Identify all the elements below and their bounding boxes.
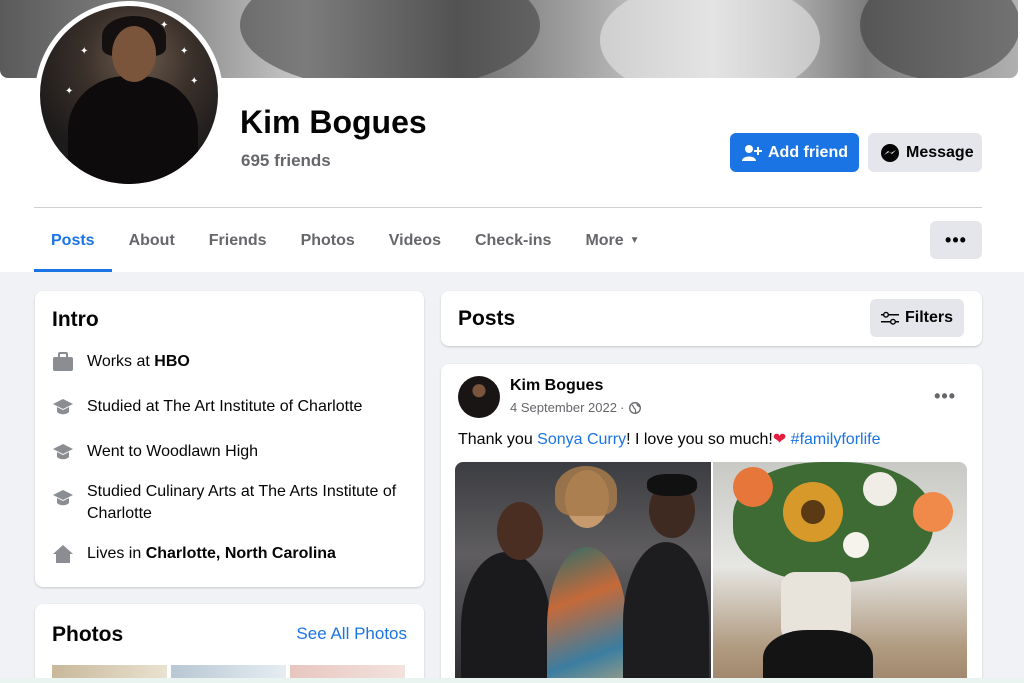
tab-photos[interactable]: Photos bbox=[284, 209, 372, 272]
see-all-photos-link[interactable]: See All Photos bbox=[296, 624, 407, 644]
post-author-name[interactable]: Kim Bogues bbox=[510, 377, 603, 395]
profile-tabs: Posts About Friends Photos Videos Check-… bbox=[34, 209, 657, 272]
sliders-icon bbox=[880, 311, 899, 325]
intro-item-location: Lives in Charlotte, North Carolina bbox=[52, 543, 412, 565]
ellipsis-icon: ••• bbox=[945, 229, 967, 250]
add-friend-button[interactable]: Add friend bbox=[730, 133, 859, 172]
ellipsis-icon: ••• bbox=[934, 386, 956, 406]
hashtag-link[interactable]: #familyforlife bbox=[791, 431, 881, 448]
tab-about[interactable]: About bbox=[112, 209, 192, 272]
briefcase-icon bbox=[52, 351, 74, 373]
graduation-cap-icon bbox=[52, 441, 74, 463]
post-author-avatar[interactable] bbox=[458, 376, 500, 418]
caret-down-icon: ▼ bbox=[629, 235, 640, 246]
bottom-strip bbox=[0, 678, 1024, 683]
filters-label: Filters bbox=[904, 309, 953, 326]
intro-item-education-1: Studied at The Art Institute of Charlott… bbox=[52, 396, 412, 418]
filters-button[interactable]: Filters bbox=[870, 299, 964, 337]
post-card: Kim Bogues 4 September 2022 · ••• Thank … bbox=[441, 364, 982, 683]
header-divider bbox=[34, 207, 982, 208]
heart-emoji-icon: ❤ bbox=[772, 431, 787, 448]
messenger-icon bbox=[881, 143, 899, 162]
more-options-button[interactable]: ••• bbox=[930, 221, 982, 259]
post-text: Thank you Sonya Curry! I love you so muc… bbox=[458, 431, 881, 448]
post-date[interactable]: 4 September 2022 bbox=[510, 400, 617, 415]
photos-title: Photos bbox=[52, 623, 124, 646]
add-person-icon bbox=[742, 144, 762, 161]
message-button[interactable]: Message bbox=[868, 133, 982, 172]
tab-more[interactable]: More ▼ bbox=[568, 209, 656, 272]
posts-header-card: Posts Filters bbox=[441, 291, 982, 346]
intro-item-education-3: Studied Culinary Arts at The Arts Instit… bbox=[52, 481, 412, 525]
tab-check-ins[interactable]: Check-ins bbox=[458, 209, 568, 272]
message-label: Message bbox=[906, 143, 974, 161]
photos-card: Photos See All Photos bbox=[35, 604, 424, 683]
tab-posts[interactable]: Posts bbox=[34, 209, 112, 272]
graduation-cap-icon bbox=[52, 396, 74, 418]
friends-count[interactable]: 695 friends bbox=[241, 151, 331, 171]
tab-videos[interactable]: Videos bbox=[372, 209, 458, 272]
add-friend-label: Add friend bbox=[768, 143, 848, 161]
graduation-cap-icon bbox=[52, 487, 74, 509]
post-photo[interactable] bbox=[455, 462, 711, 683]
post-options-button[interactable]: ••• bbox=[934, 386, 956, 407]
profile-name: Kim Bogues bbox=[240, 104, 427, 140]
employer-link[interactable]: HBO bbox=[154, 353, 190, 370]
globe-icon bbox=[629, 401, 642, 414]
post-photo[interactable] bbox=[713, 462, 967, 683]
profile-picture[interactable]: ✦ ✦ ✦ ✦ ✦ bbox=[40, 6, 218, 184]
mention-link[interactable]: Sonya Curry bbox=[537, 431, 626, 448]
intro-card: Intro Works at HBO Studied at The Art In… bbox=[35, 291, 424, 587]
intro-item-work: Works at HBO bbox=[52, 351, 412, 373]
intro-item-education-2: Went to Woodlawn High bbox=[52, 441, 412, 463]
intro-title: Intro bbox=[52, 308, 99, 331]
profile-header: ✦ ✦ ✦ ✦ ✦ Kim Bogues 695 friends Add fri… bbox=[0, 0, 1024, 272]
posts-title: Posts bbox=[458, 307, 516, 330]
post-meta: 4 September 2022 · bbox=[510, 400, 642, 415]
tab-friends[interactable]: Friends bbox=[192, 209, 284, 272]
location-link[interactable]: Charlotte, North Carolina bbox=[146, 545, 336, 562]
home-icon bbox=[52, 543, 74, 565]
